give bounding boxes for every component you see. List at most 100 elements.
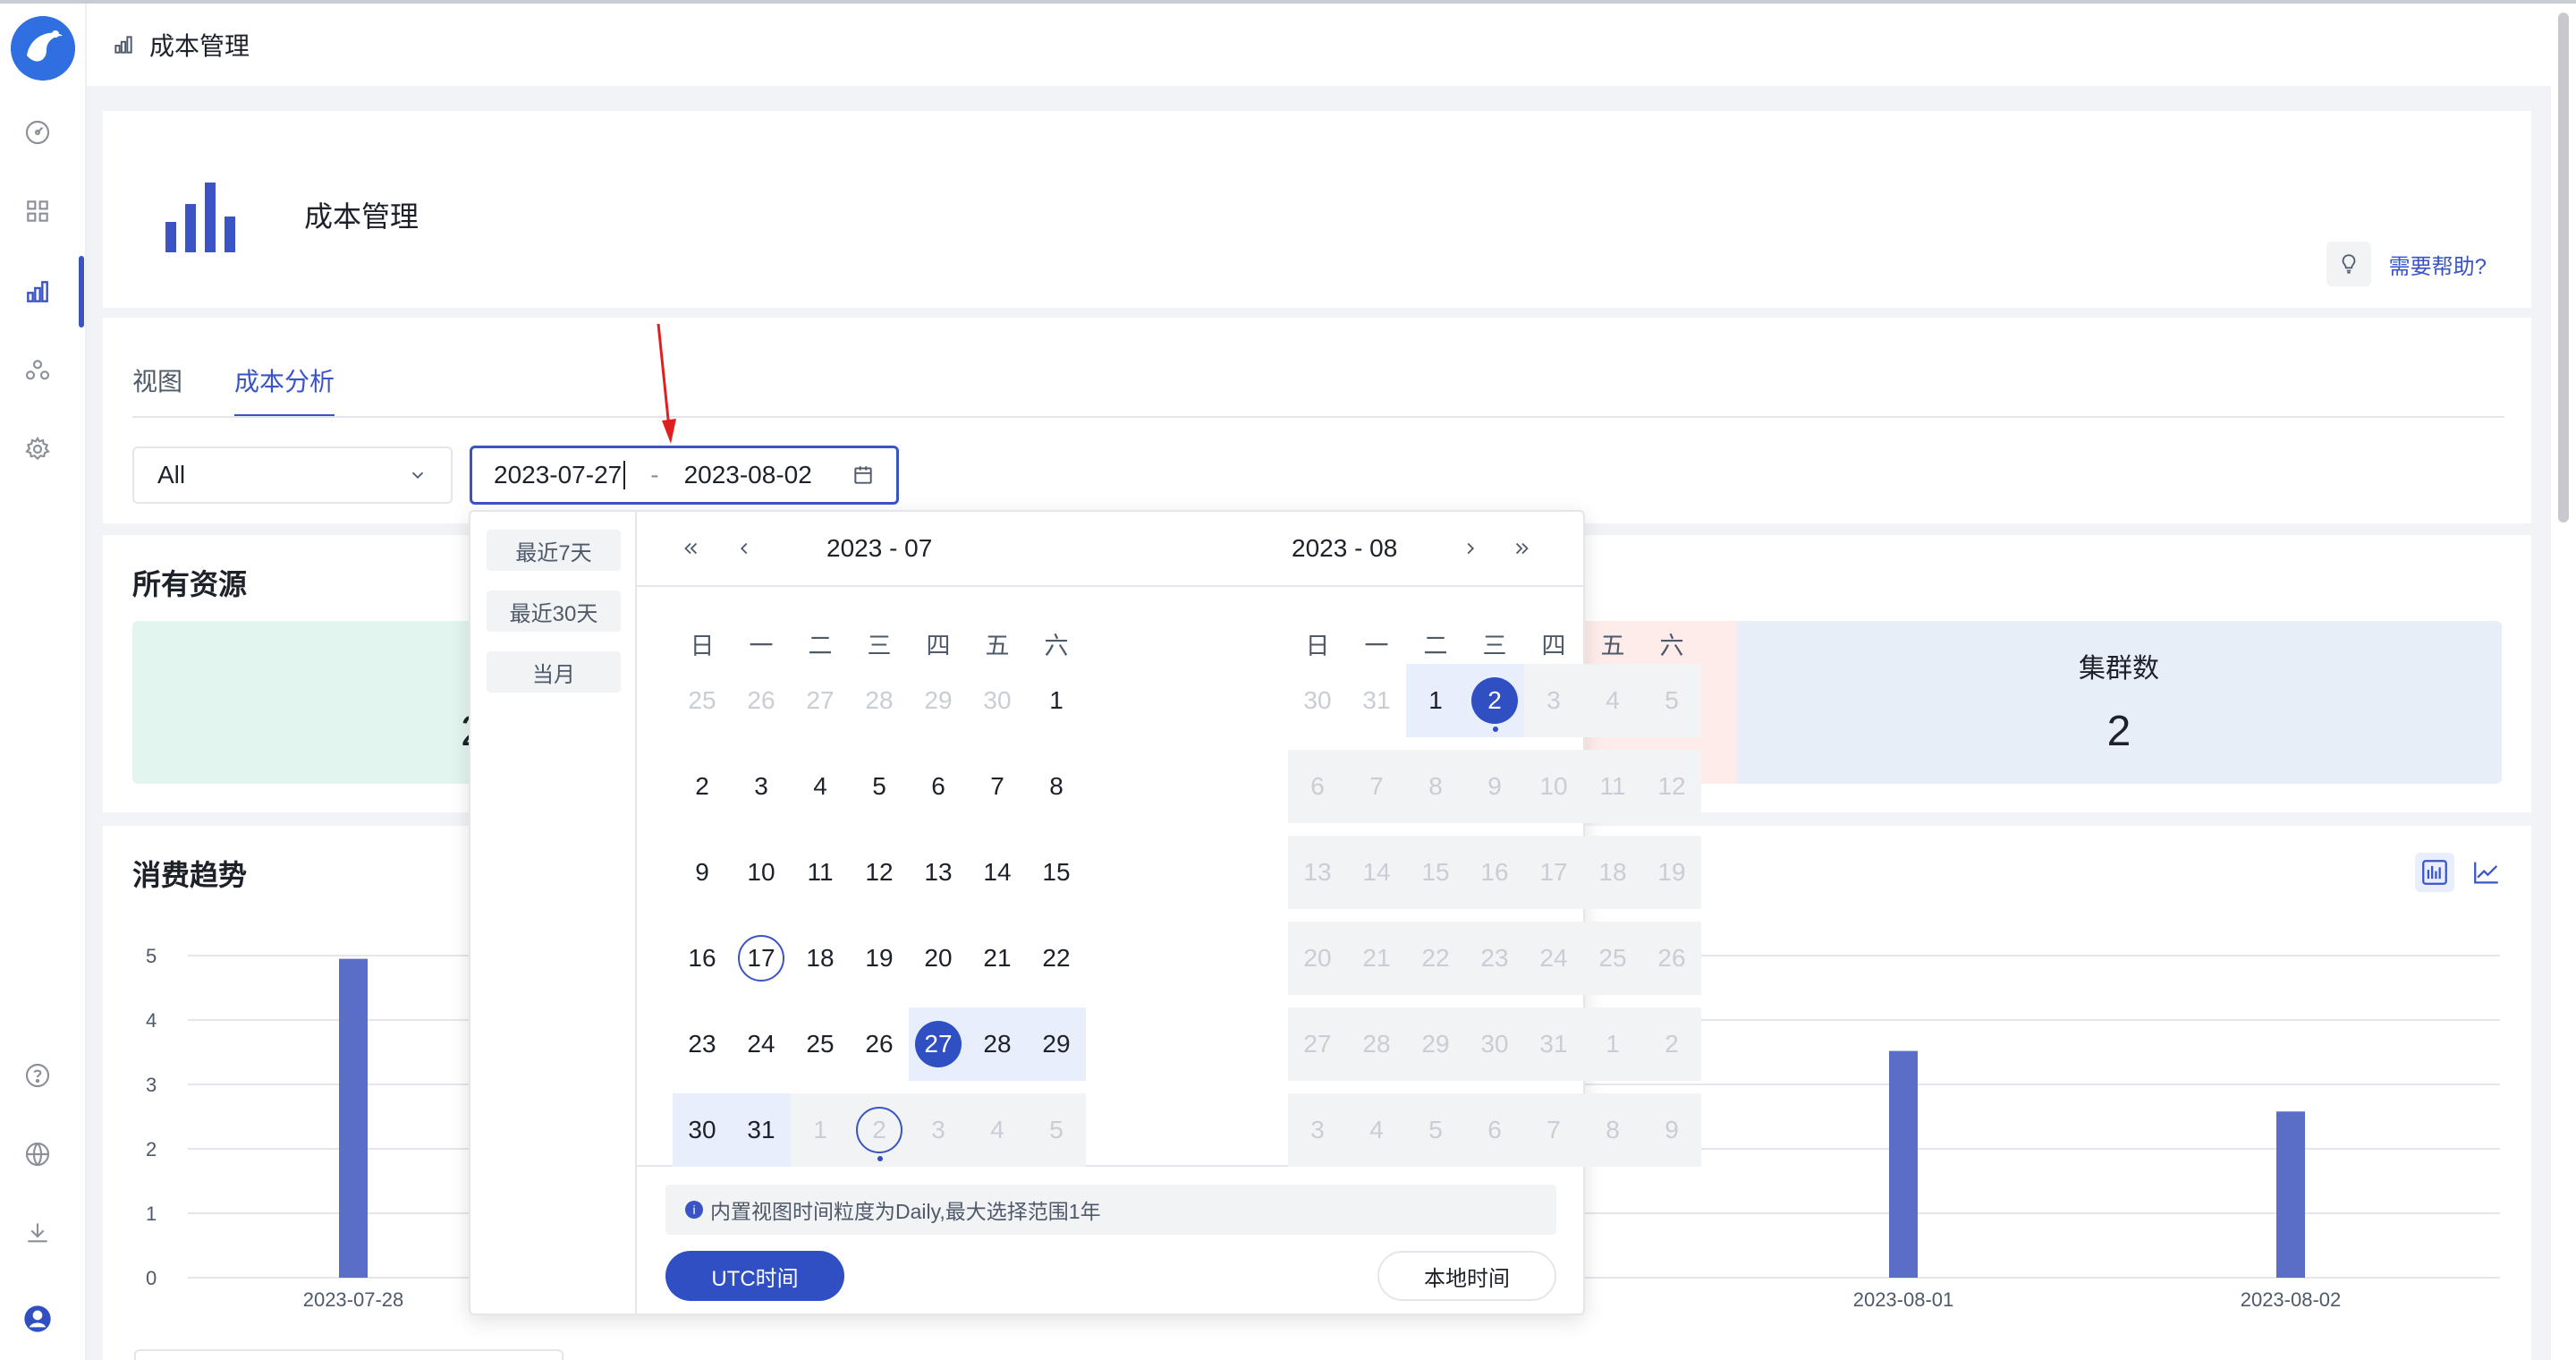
right-day-cell: 30 bbox=[1465, 1007, 1524, 1081]
trend-title: 消费趋势 bbox=[132, 859, 248, 891]
utc-time-button[interactable]: UTC时间 bbox=[665, 1251, 844, 1301]
left-day-cell[interactable]: 21 bbox=[968, 922, 1027, 995]
bar-2023-08-02[interactable] bbox=[2276, 1111, 2305, 1278]
range-end-value[interactable]: 2023-08-02 bbox=[684, 461, 812, 489]
left-day-cell[interactable]: 11 bbox=[791, 836, 850, 909]
shortcut-last-7-days[interactable]: 最近7天 bbox=[487, 530, 621, 571]
right-day-cell: 15 bbox=[1406, 836, 1465, 909]
next-year-icon[interactable] bbox=[1504, 531, 1540, 566]
right-weekday-6: 六 bbox=[1659, 633, 1684, 659]
help-circle-icon[interactable] bbox=[18, 1056, 57, 1095]
left-day-cell[interactable]: 1 bbox=[791, 1093, 850, 1167]
dashboard-icon[interactable] bbox=[18, 113, 57, 152]
page-scrollbar[interactable] bbox=[2551, 4, 2576, 1360]
left-day-cell[interactable]: 17 bbox=[732, 922, 791, 995]
left-day-cell[interactable]: 26 bbox=[732, 664, 791, 737]
right-weekday-5: 五 bbox=[1600, 633, 1625, 659]
shortcut-this-month[interactable]: 当月 bbox=[487, 651, 621, 693]
left-day-cell[interactable]: 9 bbox=[673, 836, 732, 909]
left-day-cell[interactable]: 4 bbox=[968, 1093, 1027, 1167]
left-day-cell[interactable]: 22 bbox=[1027, 922, 1086, 995]
right-day-cell[interactable]: 31 bbox=[1347, 664, 1406, 737]
left-day-cell[interactable]: 5 bbox=[850, 750, 909, 823]
prev-year-icon[interactable] bbox=[673, 531, 708, 566]
right-day-cell: 5 bbox=[1406, 1093, 1465, 1167]
line-chart-toggle-icon[interactable] bbox=[2467, 853, 2506, 892]
left-day-cell[interactable]: 2 bbox=[850, 1093, 909, 1167]
app-logo[interactable] bbox=[11, 16, 75, 81]
left-day-cell[interactable]: 20 bbox=[909, 922, 968, 995]
left-day-cell[interactable]: 12 bbox=[850, 836, 909, 909]
right-day-cell[interactable]: 2 bbox=[1465, 664, 1524, 737]
right-day-cell: 18 bbox=[1583, 836, 1642, 909]
left-day-cell[interactable]: 24 bbox=[732, 1007, 791, 1081]
left-day-cell[interactable]: 2 bbox=[673, 750, 732, 823]
left-month-label[interactable]: 2023 - 07 bbox=[826, 534, 932, 563]
apps-grid-icon[interactable] bbox=[18, 191, 57, 231]
help-link[interactable]: 需要帮助? bbox=[2326, 242, 2487, 286]
calendar-icon[interactable] bbox=[852, 463, 875, 487]
prev-month-icon[interactable] bbox=[726, 531, 762, 566]
shortcut-last-30-days[interactable]: 最近30天 bbox=[487, 591, 621, 632]
left-day-cell[interactable]: 30 bbox=[968, 664, 1027, 737]
settings-gear-icon[interactable] bbox=[18, 429, 57, 469]
left-day-cell[interactable]: 19 bbox=[850, 922, 909, 995]
left-weekday-5: 五 bbox=[985, 633, 1010, 659]
right-day-cell: 19 bbox=[1642, 836, 1701, 909]
left-day-cell[interactable]: 10 bbox=[732, 836, 791, 909]
left-day-cell[interactable]: 29 bbox=[1027, 1007, 1086, 1081]
cost-chart-icon[interactable] bbox=[18, 272, 57, 311]
tab-cost-analysis[interactable]: 成本分析 bbox=[234, 362, 335, 418]
left-day-cell[interactable]: 16 bbox=[673, 922, 732, 995]
left-day-cell[interactable]: 6 bbox=[909, 750, 968, 823]
left-day-cell[interactable]: 27 bbox=[909, 1007, 968, 1081]
left-weekday-1: 一 bbox=[749, 633, 774, 659]
today-marker bbox=[1493, 727, 1498, 732]
tile-value: 2 bbox=[2106, 708, 2131, 755]
cluster-icon[interactable] bbox=[18, 351, 57, 390]
left-day-cell[interactable]: 5 bbox=[1027, 1093, 1086, 1167]
left-day-cell[interactable]: 30 bbox=[673, 1093, 732, 1167]
left-day-cell[interactable]: 28 bbox=[850, 664, 909, 737]
left-day-cell[interactable]: 23 bbox=[673, 1007, 732, 1081]
left-day-cell[interactable]: 3 bbox=[732, 750, 791, 823]
scrollbar-thumb[interactable] bbox=[2558, 13, 2569, 523]
left-day-cell[interactable]: 14 bbox=[968, 836, 1027, 909]
left-day-cell[interactable]: 27 bbox=[791, 664, 850, 737]
download-icon[interactable] bbox=[18, 1213, 57, 1253]
left-day-cell[interactable]: 8 bbox=[1027, 750, 1086, 823]
left-day-cell[interactable]: 25 bbox=[791, 1007, 850, 1081]
left-day-cell[interactable]: 28 bbox=[968, 1007, 1027, 1081]
bar-2023-08-01[interactable] bbox=[1889, 1050, 1918, 1278]
left-day-cell[interactable]: 26 bbox=[850, 1007, 909, 1081]
local-time-button[interactable]: 本地时间 bbox=[1377, 1251, 1556, 1301]
left-day-cell[interactable]: 3 bbox=[909, 1093, 968, 1167]
left-day-cell[interactable]: 31 bbox=[732, 1093, 791, 1167]
help-text[interactable]: 需要帮助? bbox=[2389, 249, 2487, 280]
scope-select[interactable]: All bbox=[132, 446, 453, 504]
globe-icon[interactable] bbox=[18, 1135, 57, 1174]
right-day-cell: 9 bbox=[1642, 1093, 1701, 1167]
chart-type-toggle bbox=[2415, 853, 2506, 892]
right-day-cell: 3 bbox=[1524, 664, 1583, 737]
resources-title: 所有资源 bbox=[132, 568, 248, 600]
left-day-cell[interactable]: 1 bbox=[1027, 664, 1086, 737]
next-month-icon[interactable] bbox=[1453, 531, 1488, 566]
bar-chart-toggle-icon[interactable] bbox=[2415, 853, 2454, 892]
user-avatar-icon[interactable] bbox=[18, 1299, 57, 1339]
range-start-value[interactable]: 2023-07-27 bbox=[494, 461, 622, 489]
tab-view[interactable]: 视图 bbox=[132, 362, 182, 418]
left-day-cell[interactable]: 25 bbox=[673, 664, 732, 737]
left-day-cell[interactable]: 4 bbox=[791, 750, 850, 823]
date-range-input[interactable]: 2023-07-27 - 2023-08-02 bbox=[470, 446, 899, 505]
right-day-cell[interactable]: 1 bbox=[1406, 664, 1465, 737]
left-weekday-0: 日 bbox=[690, 633, 715, 659]
left-day-cell[interactable]: 18 bbox=[791, 922, 850, 995]
bar-2023-07-28[interactable] bbox=[339, 958, 368, 1278]
left-day-cell[interactable]: 13 bbox=[909, 836, 968, 909]
left-day-cell[interactable]: 15 bbox=[1027, 836, 1086, 909]
left-day-cell[interactable]: 7 bbox=[968, 750, 1027, 823]
right-month-label[interactable]: 2023 - 08 bbox=[1292, 534, 1397, 563]
left-day-cell[interactable]: 29 bbox=[909, 664, 968, 737]
right-day-cell[interactable]: 30 bbox=[1288, 664, 1347, 737]
